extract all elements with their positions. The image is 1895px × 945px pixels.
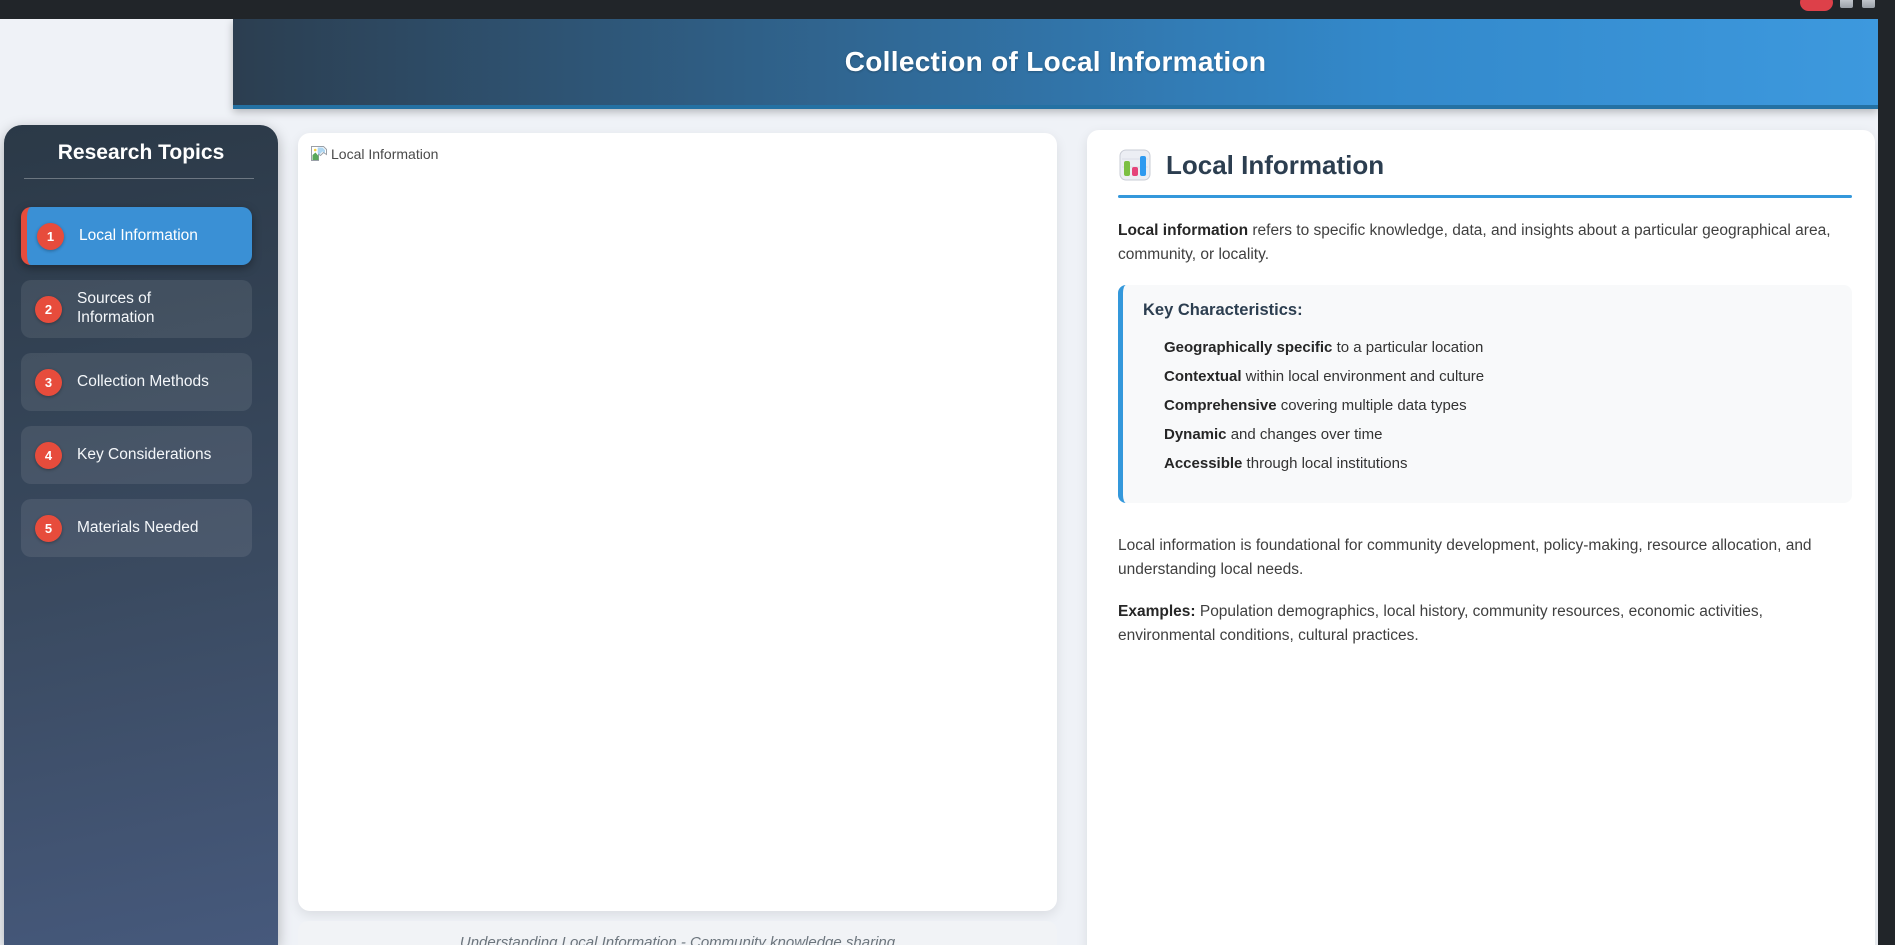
- content-title: Local Information: [1166, 149, 1385, 180]
- keybox-item-bold: Contextual: [1164, 367, 1242, 385]
- content-panel: Local Information Local information refe…: [1087, 130, 1875, 945]
- keybox-item-bold: Accessible: [1164, 454, 1243, 472]
- scrollbar-track[interactable]: [1878, 0, 1895, 945]
- foundation-paragraph: Local information is foundational for co…: [1118, 536, 1812, 579]
- keybox-item-bold: Comprehensive: [1164, 396, 1277, 414]
- item-number-badge: 4: [35, 441, 62, 469]
- keybox-item: Geographically specific to a particular …: [1164, 333, 1830, 362]
- image-card: Local Information: [298, 133, 1057, 911]
- keybox-item-rest: within local environment and culture: [1241, 367, 1485, 385]
- browser-topbar: [0, 0, 1895, 19]
- title-underline: [1118, 195, 1852, 198]
- broken-image-placeholder: Local Information: [310, 145, 1045, 162]
- keybox-item-rest: through local institutions: [1242, 454, 1408, 472]
- extension-icon[interactable]: [1840, 0, 1853, 8]
- intro-bold: Local information: [1118, 222, 1249, 239]
- keybox-item-rest: and changes over time: [1226, 425, 1383, 443]
- keybox-item: Dynamic and changes over time: [1164, 420, 1830, 449]
- examples-paragraph: Examples: Population demographics, local…: [1118, 600, 1852, 649]
- figure-caption: Understanding Local Information - Commun…: [459, 934, 896, 945]
- keybox-list: Geographically specific to a particular …: [1143, 333, 1830, 478]
- content-header: Local Information: [1118, 148, 1852, 182]
- item-number-badge: 2: [35, 295, 62, 323]
- figure-column: Local Information Understanding Local In…: [298, 133, 1057, 945]
- examples-bold: Examples:: [1118, 602, 1196, 620]
- sidebar-title: Research Topics: [57, 141, 225, 164]
- keybox-item-rest: to a particular location: [1332, 338, 1484, 356]
- image-alt-text: Local Information: [331, 145, 439, 162]
- sidebar-divider: [24, 178, 254, 179]
- page-title: Collection of Local Information: [844, 46, 1267, 77]
- sidebar-item-label: Sources of Information: [77, 290, 155, 326]
- sidebar-item-materials-needed[interactable]: 5 Materials Needed: [21, 499, 252, 557]
- keybox-item: Contextual within local environment and …: [1164, 362, 1830, 391]
- examples-rest: Population demographics, local history, …: [1118, 602, 1763, 645]
- keybox-item: Accessible through local institutions: [1164, 449, 1830, 478]
- record-indicator-icon[interactable]: [1800, 0, 1833, 11]
- extension-icon[interactable]: [1862, 0, 1875, 8]
- sidebar-item-local-information[interactable]: 1 Local Information: [21, 207, 252, 265]
- intro-paragraph: Local information refers to specific kno…: [1118, 219, 1852, 268]
- keybox-item-bold: Geographically specific: [1164, 338, 1333, 356]
- item-number-badge: 5: [35, 514, 62, 542]
- sidebar-item-key-considerations[interactable]: 4 Key Considerations: [21, 426, 252, 484]
- sidebar-item-collection-methods[interactable]: 3 Collection Methods: [21, 353, 252, 411]
- keybox-item: Comprehensive covering multiple data typ…: [1164, 391, 1830, 420]
- sidebar-item-label: Collection Methods: [77, 372, 209, 390]
- item-number-badge: 3: [35, 368, 62, 396]
- keybox-heading: Key Characteristics:: [1143, 300, 1303, 319]
- sidebar-item-label: Key Considerations: [77, 445, 212, 463]
- page-header: Collection of Local Information: [233, 19, 1878, 109]
- figure-caption-box: Understanding Local Information - Commun…: [298, 921, 1057, 945]
- sidebar-item-label: Materials Needed: [77, 518, 199, 536]
- keybox-item-bold: Dynamic: [1164, 425, 1227, 443]
- sidebar-item-sources-of-information[interactable]: 2 Sources of Information: [21, 280, 252, 338]
- item-number-badge: 1: [37, 222, 64, 250]
- keybox-item-rest: covering multiple data types: [1276, 396, 1467, 414]
- bar-chart-icon: [1119, 149, 1151, 181]
- key-characteristics-box: Key Characteristics: Geographically spec…: [1118, 284, 1852, 503]
- sidebar: Research Topics 1 Local Information 2 So…: [4, 125, 278, 945]
- broken-image-icon: [311, 146, 327, 161]
- sidebar-item-label: Local Information: [79, 226, 198, 244]
